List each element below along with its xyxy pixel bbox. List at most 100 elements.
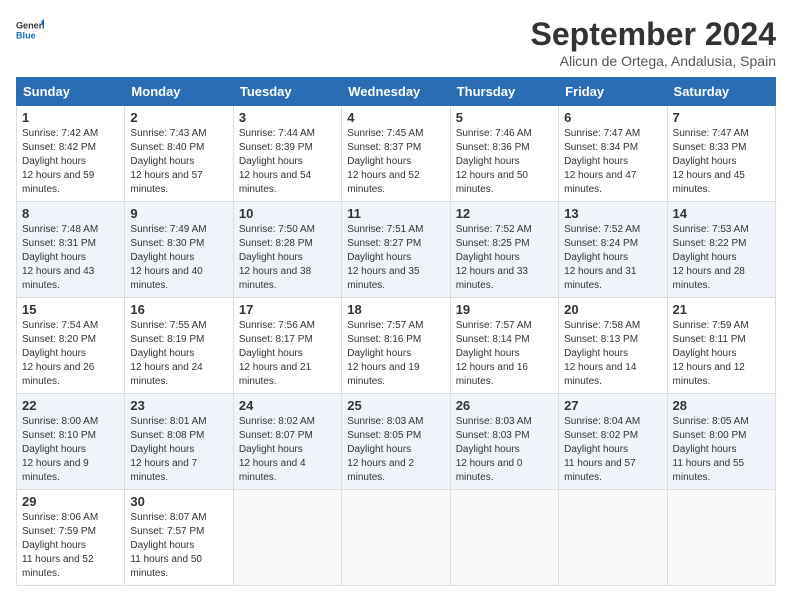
day-info: Sunrise: 7:45 AMSunset: 8:37 PMDaylight … <box>347 127 444 197</box>
calendar-day: 13 Sunrise: 7:52 AMSunset: 8:24 PMDayligh… <box>559 202 667 298</box>
calendar-day: 16 Sunrise: 7:55 AMSunset: 8:19 PMDayligh… <box>125 298 233 394</box>
weekday-header-sunday: Sunday <box>17 78 125 106</box>
day-number: 12 <box>456 206 553 221</box>
calendar-day: 10Sunrise: 7:50 AMSunset: 8:28 PMDayligh… <box>233 202 341 298</box>
day-number: 18 <box>347 302 444 317</box>
day-info: Sunrise: 8:07 AMSunset: 7:57 PMDaylight … <box>130 511 227 581</box>
day-number: 10 <box>239 206 336 221</box>
calendar-day: 26Sunrise: 8:03 AMSunset: 8:03 PMDayligh… <box>450 394 558 490</box>
calendar-day: 18 Sunrise: 7:57 AMSunset: 8:16 PMDayligh… <box>342 298 450 394</box>
calendar-day: 15 Sunrise: 7:54 AMSunset: 8:20 PMDayligh… <box>17 298 125 394</box>
title-block: September 2024 Alicun de Ortega, Andalus… <box>531 16 776 69</box>
day-number: 29 <box>22 494 119 509</box>
calendar-day: 23 Sunrise: 8:01 AMSunset: 8:08 PMDayligh… <box>125 394 233 490</box>
day-info: Sunrise: 7:53 AMSunset: 8:22 PMDaylight … <box>673 223 770 293</box>
day-number: 7 <box>673 110 770 125</box>
calendar-day: 17Sunrise: 7:56 AMSunset: 8:17 PMDayligh… <box>233 298 341 394</box>
location-subtitle: Alicun de Ortega, Andalusia, Spain <box>531 53 776 69</box>
day-number: 11 <box>347 206 444 221</box>
day-info: Sunrise: 7:57 AMSunset: 8:16 PMDaylight … <box>347 319 444 389</box>
day-info: Sunrise: 7:52 AMSunset: 8:24 PMDaylight … <box>564 223 661 293</box>
calendar-day: 4 Sunrise: 7:45 AMSunset: 8:37 PMDaylight… <box>342 106 450 202</box>
day-number: 16 <box>130 302 227 317</box>
calendar-day <box>450 490 558 586</box>
svg-text:General: General <box>16 21 44 31</box>
day-number: 14 <box>673 206 770 221</box>
calendar-day <box>559 490 667 586</box>
day-number: 22 <box>22 398 119 413</box>
day-info: Sunrise: 8:04 AMSunset: 8:02 PMDaylight … <box>564 415 661 485</box>
calendar-day <box>667 490 775 586</box>
day-number: 1 <box>22 110 119 125</box>
day-number: 26 <box>456 398 553 413</box>
day-info: Sunrise: 7:47 AMSunset: 8:33 PMDaylight … <box>673 127 770 197</box>
calendar-day: 2 Sunrise: 7:43 AMSunset: 8:40 PMDaylight… <box>125 106 233 202</box>
calendar-day: 19 Sunrise: 7:57 AMSunset: 8:14 PMDayligh… <box>450 298 558 394</box>
day-number: 20 <box>564 302 661 317</box>
calendar-day: 28Sunrise: 8:05 AMSunset: 8:00 PMDayligh… <box>667 394 775 490</box>
weekday-header-friday: Friday <box>559 78 667 106</box>
calendar-day: 6 Sunrise: 7:47 AMSunset: 8:34 PMDaylight… <box>559 106 667 202</box>
day-number: 23 <box>130 398 227 413</box>
day-number: 6 <box>564 110 661 125</box>
day-info: Sunrise: 7:55 AMSunset: 8:19 PMDaylight … <box>130 319 227 389</box>
calendar-week-4: 22 Sunrise: 8:00 AMSunset: 8:10 PMDayligh… <box>17 394 776 490</box>
calendar-day: 30 Sunrise: 8:07 AMSunset: 7:57 PMDayligh… <box>125 490 233 586</box>
day-number: 19 <box>456 302 553 317</box>
svg-text:Blue: Blue <box>16 30 36 40</box>
calendar-day: 27 Sunrise: 8:04 AMSunset: 8:02 PMDayligh… <box>559 394 667 490</box>
day-info: Sunrise: 7:54 AMSunset: 8:20 PMDaylight … <box>22 319 119 389</box>
day-number: 27 <box>564 398 661 413</box>
day-info: Sunrise: 7:48 AMSunset: 8:31 PMDaylight … <box>22 223 119 293</box>
calendar-day: 22 Sunrise: 8:00 AMSunset: 8:10 PMDayligh… <box>17 394 125 490</box>
day-number: 15 <box>22 302 119 317</box>
day-number: 24 <box>239 398 336 413</box>
day-info: Sunrise: 8:02 AMSunset: 8:07 PMDaylight … <box>239 415 336 485</box>
day-info: Sunrise: 7:58 AMSunset: 8:13 PMDaylight … <box>564 319 661 389</box>
day-info: Sunrise: 7:47 AMSunset: 8:34 PMDaylight … <box>564 127 661 197</box>
day-info: Sunrise: 8:06 AMSunset: 7:59 PMDaylight … <box>22 511 119 581</box>
calendar-week-3: 15 Sunrise: 7:54 AMSunset: 8:20 PMDayligh… <box>17 298 776 394</box>
calendar-table: SundayMondayTuesdayWednesdayThursdayFrid… <box>16 77 776 586</box>
calendar-day: 1 Sunrise: 7:42 AMSunset: 8:42 PMDaylight… <box>17 106 125 202</box>
day-info: Sunrise: 7:57 AMSunset: 8:14 PMDaylight … <box>456 319 553 389</box>
day-number: 25 <box>347 398 444 413</box>
logo-icon: General Blue <box>16 16 44 44</box>
weekday-header-row: SundayMondayTuesdayWednesdayThursdayFrid… <box>17 78 776 106</box>
calendar-day: 24 Sunrise: 8:02 AMSunset: 8:07 PMDayligh… <box>233 394 341 490</box>
day-number: 5 <box>456 110 553 125</box>
calendar-day: 9 Sunrise: 7:49 AMSunset: 8:30 PMDaylight… <box>125 202 233 298</box>
calendar-day: 3 Sunrise: 7:44 AMSunset: 8:39 PMDaylight… <box>233 106 341 202</box>
day-number: 13 <box>564 206 661 221</box>
day-info: Sunrise: 8:00 AMSunset: 8:10 PMDaylight … <box>22 415 119 485</box>
weekday-header-tuesday: Tuesday <box>233 78 341 106</box>
day-number: 21 <box>673 302 770 317</box>
day-number: 9 <box>130 206 227 221</box>
day-info: Sunrise: 7:49 AMSunset: 8:30 PMDaylight … <box>130 223 227 293</box>
day-number: 2 <box>130 110 227 125</box>
calendar-week-1: 1 Sunrise: 7:42 AMSunset: 8:42 PMDaylight… <box>17 106 776 202</box>
calendar-day <box>233 490 341 586</box>
day-number: 8 <box>22 206 119 221</box>
day-info: Sunrise: 7:51 AMSunset: 8:27 PMDaylight … <box>347 223 444 293</box>
weekday-header-wednesday: Wednesday <box>342 78 450 106</box>
day-number: 4 <box>347 110 444 125</box>
day-info: Sunrise: 7:42 AMSunset: 8:42 PMDaylight … <box>22 127 119 197</box>
calendar-day: 7 Sunrise: 7:47 AMSunset: 8:33 PMDaylight… <box>667 106 775 202</box>
day-info: Sunrise: 7:52 AMSunset: 8:25 PMDaylight … <box>456 223 553 293</box>
calendar-week-5: 29 Sunrise: 8:06 AMSunset: 7:59 PMDayligh… <box>17 490 776 586</box>
calendar-day: 5Sunrise: 7:46 AMSunset: 8:36 PMDaylight… <box>450 106 558 202</box>
calendar-day: 20 Sunrise: 7:58 AMSunset: 8:13 PMDayligh… <box>559 298 667 394</box>
day-number: 3 <box>239 110 336 125</box>
calendar-day <box>342 490 450 586</box>
calendar-day: 29 Sunrise: 8:06 AMSunset: 7:59 PMDayligh… <box>17 490 125 586</box>
day-info: Sunrise: 7:43 AMSunset: 8:40 PMDaylight … <box>130 127 227 197</box>
day-info: Sunrise: 7:59 AMSunset: 8:11 PMDaylight … <box>673 319 770 389</box>
day-info: Sunrise: 8:01 AMSunset: 8:08 PMDaylight … <box>130 415 227 485</box>
calendar-day: 25 Sunrise: 8:03 AMSunset: 8:05 PMDayligh… <box>342 394 450 490</box>
weekday-header-thursday: Thursday <box>450 78 558 106</box>
day-info: Sunrise: 7:44 AMSunset: 8:39 PMDaylight … <box>239 127 336 197</box>
day-info: Sunrise: 8:03 AMSunset: 8:05 PMDaylight … <box>347 415 444 485</box>
day-number: 28 <box>673 398 770 413</box>
day-number: 30 <box>130 494 227 509</box>
